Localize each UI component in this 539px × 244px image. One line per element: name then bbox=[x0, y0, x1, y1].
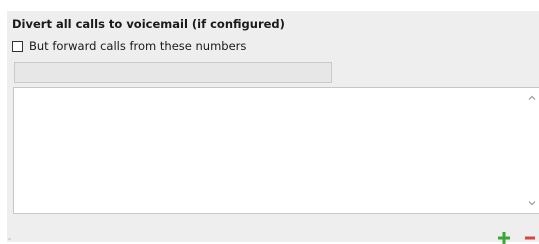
forward-numbers-list[interactable] bbox=[13, 87, 539, 214]
chevron-up-icon[interactable] bbox=[528, 94, 536, 102]
forward-number-input[interactable] bbox=[14, 62, 332, 83]
plus-icon[interactable] bbox=[498, 232, 510, 244]
forward-numbers-option[interactable]: But forward calls from these numbers bbox=[12, 38, 246, 54]
forward-numbers-label[interactable]: But forward calls from these numbers bbox=[29, 39, 246, 53]
section-heading: Divert all calls to voicemail (if config… bbox=[12, 17, 285, 31]
chevron-down-icon[interactable] bbox=[528, 199, 536, 207]
resize-grip bbox=[8, 238, 11, 240]
forward-numbers-checkbox[interactable] bbox=[12, 40, 23, 52]
minus-icon[interactable] bbox=[524, 232, 536, 244]
list-scrollbar[interactable] bbox=[524, 88, 539, 213]
